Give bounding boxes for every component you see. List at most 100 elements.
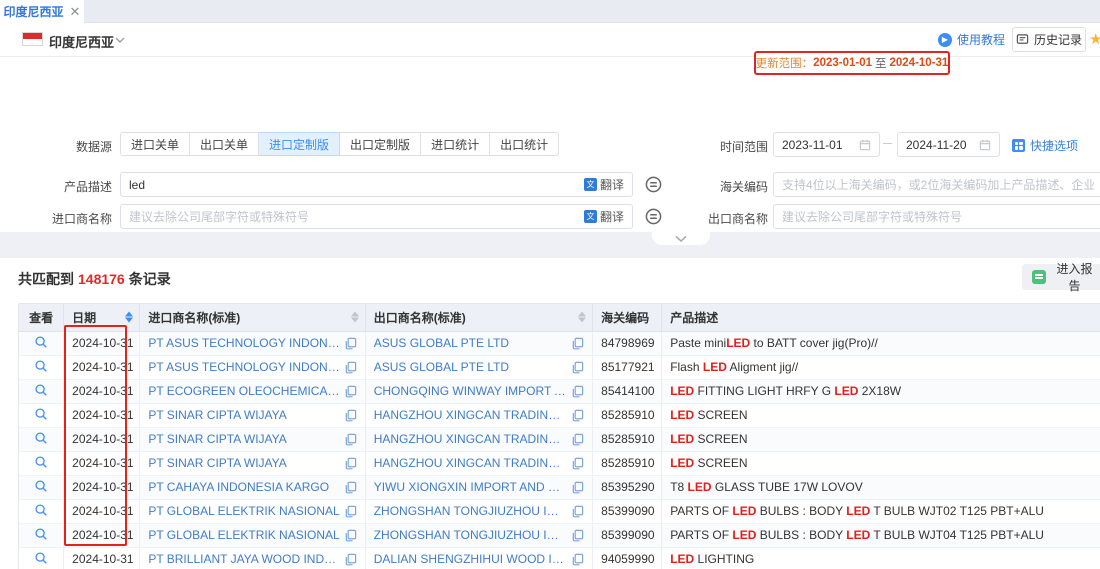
copy-icon[interactable] <box>571 337 584 350</box>
exporter-link[interactable]: ZHONGSHAN TONGJIUZHOU INTERNA... <box>374 528 567 542</box>
copy-icon[interactable] <box>571 361 584 374</box>
datasource-tab[interactable]: 出口统计 <box>490 132 559 156</box>
history-button[interactable]: 历史记录 <box>1012 27 1086 52</box>
column-header[interactable]: 日期 <box>64 304 140 331</box>
copy-icon[interactable] <box>571 433 584 446</box>
importer-link[interactable]: PT SINAR CIPTA WIJAYA <box>148 408 339 422</box>
exporter-field[interactable] <box>782 210 1094 224</box>
datasource-tab[interactable]: 进口关单 <box>120 132 190 156</box>
sort-icon[interactable] <box>351 312 359 323</box>
exporter-input[interactable] <box>773 204 1100 229</box>
close-icon[interactable]: ✕ <box>70 5 81 18</box>
copy-icon[interactable] <box>571 529 584 542</box>
column-header[interactable]: 进口商名称(标准) <box>140 304 365 331</box>
product-desc-input[interactable]: 文 翻译 <box>120 172 633 197</box>
tutorial-link[interactable]: ▶ 使用教程 <box>938 31 1005 48</box>
magnifier-icon[interactable] <box>34 455 48 469</box>
exporter-link[interactable]: YIWU XIONGXIN IMPORT AND EXPORT... <box>374 480 567 494</box>
magnifier-icon[interactable] <box>34 335 48 349</box>
hs-code-cell: 85399090 <box>593 499 662 523</box>
importer-link[interactable]: PT GLOBAL ELEKTRIK NASIONAL <box>148 504 339 518</box>
match-mode-icon[interactable] <box>645 176 662 193</box>
copy-icon[interactable] <box>571 553 584 566</box>
magnifier-icon[interactable] <box>34 479 48 493</box>
copy-icon[interactable] <box>344 361 357 374</box>
magnifier-icon[interactable] <box>34 527 48 541</box>
date-end-input[interactable] <box>897 132 1000 157</box>
chevron-down-icon[interactable] <box>115 35 125 45</box>
quick-options-link[interactable]: 快捷选项 <box>1012 137 1078 154</box>
exporter-link[interactable]: ASUS GLOBAL PTE LTD <box>374 336 567 350</box>
importer-link[interactable]: PT SINAR CIPTA WIJAYA <box>148 456 339 470</box>
enter-report-button[interactable]: 进入报告 <box>1022 264 1100 290</box>
magnifier-icon[interactable] <box>34 359 48 373</box>
copy-icon[interactable] <box>344 505 357 518</box>
exporter-link[interactable]: CHONGQING WINWAY IMPORT AND E... <box>374 384 567 398</box>
importer-link[interactable]: PT ASUS TECHNOLOGY INDONESIA BA... <box>148 336 339 350</box>
copy-icon[interactable] <box>571 409 584 422</box>
match-mode-icon[interactable] <box>645 208 662 225</box>
importer-link[interactable]: PT BRILLIANT JAYA WOOD INDUSTRY <box>148 552 339 566</box>
magnifier-icon[interactable] <box>34 551 48 565</box>
translate-button[interactable]: 文 翻译 <box>584 176 624 193</box>
exporter-link[interactable]: DALIAN SHENGZHIHUI WOOD INDUST... <box>374 552 567 566</box>
column-header[interactable]: 出口商名称(标准) <box>365 304 592 331</box>
datasource-tab[interactable]: 出口定制版 <box>340 132 421 156</box>
copy-icon[interactable] <box>571 385 584 398</box>
importer-field[interactable] <box>129 210 584 224</box>
sort-icon[interactable] <box>125 312 133 323</box>
results-table-body: 2024-10-31 PT ASUS TECHNOLOGY INDONESIA … <box>19 331 1100 569</box>
datasource-tab[interactable]: 进口定制版 <box>259 132 340 156</box>
copy-icon[interactable] <box>344 457 357 470</box>
table-row[interactable]: 2024-10-31 PT GLOBAL ELEKTRIK NASIONAL Z… <box>19 523 1100 547</box>
importer-input[interactable]: 文 翻译 <box>120 204 633 229</box>
date-start-field[interactable] <box>782 138 859 152</box>
datasource-tab[interactable]: 进口统计 <box>421 132 490 156</box>
copy-icon[interactable] <box>344 553 357 566</box>
star-icon[interactable]: ★ <box>1089 30 1100 48</box>
table-row[interactable]: 2024-10-31 PT ASUS TECHNOLOGY INDONESIA … <box>19 331 1100 355</box>
sort-icon[interactable] <box>578 312 586 323</box>
date-end-field[interactable] <box>906 138 979 152</box>
table-row[interactable]: 2024-10-31 PT ECOGREEN OLEOCHEMICALS CHO… <box>19 379 1100 403</box>
datasource-tab[interactable]: 出口关单 <box>190 132 259 156</box>
date-start-input[interactable] <box>773 132 880 157</box>
datasource-label: 数据源 <box>22 138 112 155</box>
hs-code-input[interactable] <box>773 172 1100 197</box>
magnifier-icon[interactable] <box>34 431 48 445</box>
table-row[interactable]: 2024-10-31 PT SINAR CIPTA WIJAYA HANGZHO… <box>19 451 1100 475</box>
exporter-link[interactable]: HANGZHOU XINGCAN TRADING CO LTD <box>374 408 567 422</box>
hs-code-field[interactable] <box>782 178 1094 192</box>
copy-icon[interactable] <box>344 385 357 398</box>
exporter-link[interactable]: HANGZHOU XINGCAN TRADING CO LTD <box>374 456 567 470</box>
product-desc-field[interactable] <box>129 178 584 192</box>
magnifier-icon[interactable] <box>34 407 48 421</box>
table-row[interactable]: 2024-10-31 PT GLOBAL ELEKTRIK NASIONAL Z… <box>19 499 1100 523</box>
table-row[interactable]: 2024-10-31 PT ASUS TECHNOLOGY INDONESIA … <box>19 355 1100 379</box>
table-row[interactable]: 2024-10-31 PT SINAR CIPTA WIJAYA HANGZHO… <box>19 403 1100 427</box>
exporter-link[interactable]: ZHONGSHAN TONGJIUZHOU INTERNA... <box>374 504 567 518</box>
translate-button[interactable]: 文 翻译 <box>584 208 624 225</box>
copy-icon[interactable] <box>344 481 357 494</box>
tab-indonesia[interactable]: 印度尼西亚 ✕ <box>0 0 84 23</box>
copy-icon[interactable] <box>571 481 584 494</box>
exporter-link[interactable]: HANGZHOU XINGCAN TRADING CO LTD <box>374 432 567 446</box>
importer-link[interactable]: PT ASUS TECHNOLOGY INDONESIA BA... <box>148 360 339 374</box>
importer-link[interactable]: PT SINAR CIPTA WIJAYA <box>148 432 339 446</box>
collapse-filter-tab[interactable] <box>652 232 710 245</box>
copy-icon[interactable] <box>571 505 584 518</box>
copy-icon[interactable] <box>571 457 584 470</box>
table-row[interactable]: 2024-10-31 PT SINAR CIPTA WIJAYA HANGZHO… <box>19 427 1100 451</box>
importer-link[interactable]: PT ECOGREEN OLEOCHEMICALS <box>148 384 339 398</box>
importer-link[interactable]: PT GLOBAL ELEKTRIK NASIONAL <box>148 528 339 542</box>
exporter-link[interactable]: ASUS GLOBAL PTE LTD <box>374 360 567 374</box>
magnifier-icon[interactable] <box>34 503 48 517</box>
table-row[interactable]: 2024-10-31 PT CAHAYA INDONESIA KARGO YIW… <box>19 475 1100 499</box>
copy-icon[interactable] <box>344 433 357 446</box>
copy-icon[interactable] <box>344 529 357 542</box>
copy-icon[interactable] <box>344 409 357 422</box>
table-row[interactable]: 2024-10-31 PT BRILLIANT JAYA WOOD INDUST… <box>19 547 1100 569</box>
magnifier-icon[interactable] <box>34 383 48 397</box>
copy-icon[interactable] <box>344 337 357 350</box>
importer-link[interactable]: PT CAHAYA INDONESIA KARGO <box>148 480 339 494</box>
